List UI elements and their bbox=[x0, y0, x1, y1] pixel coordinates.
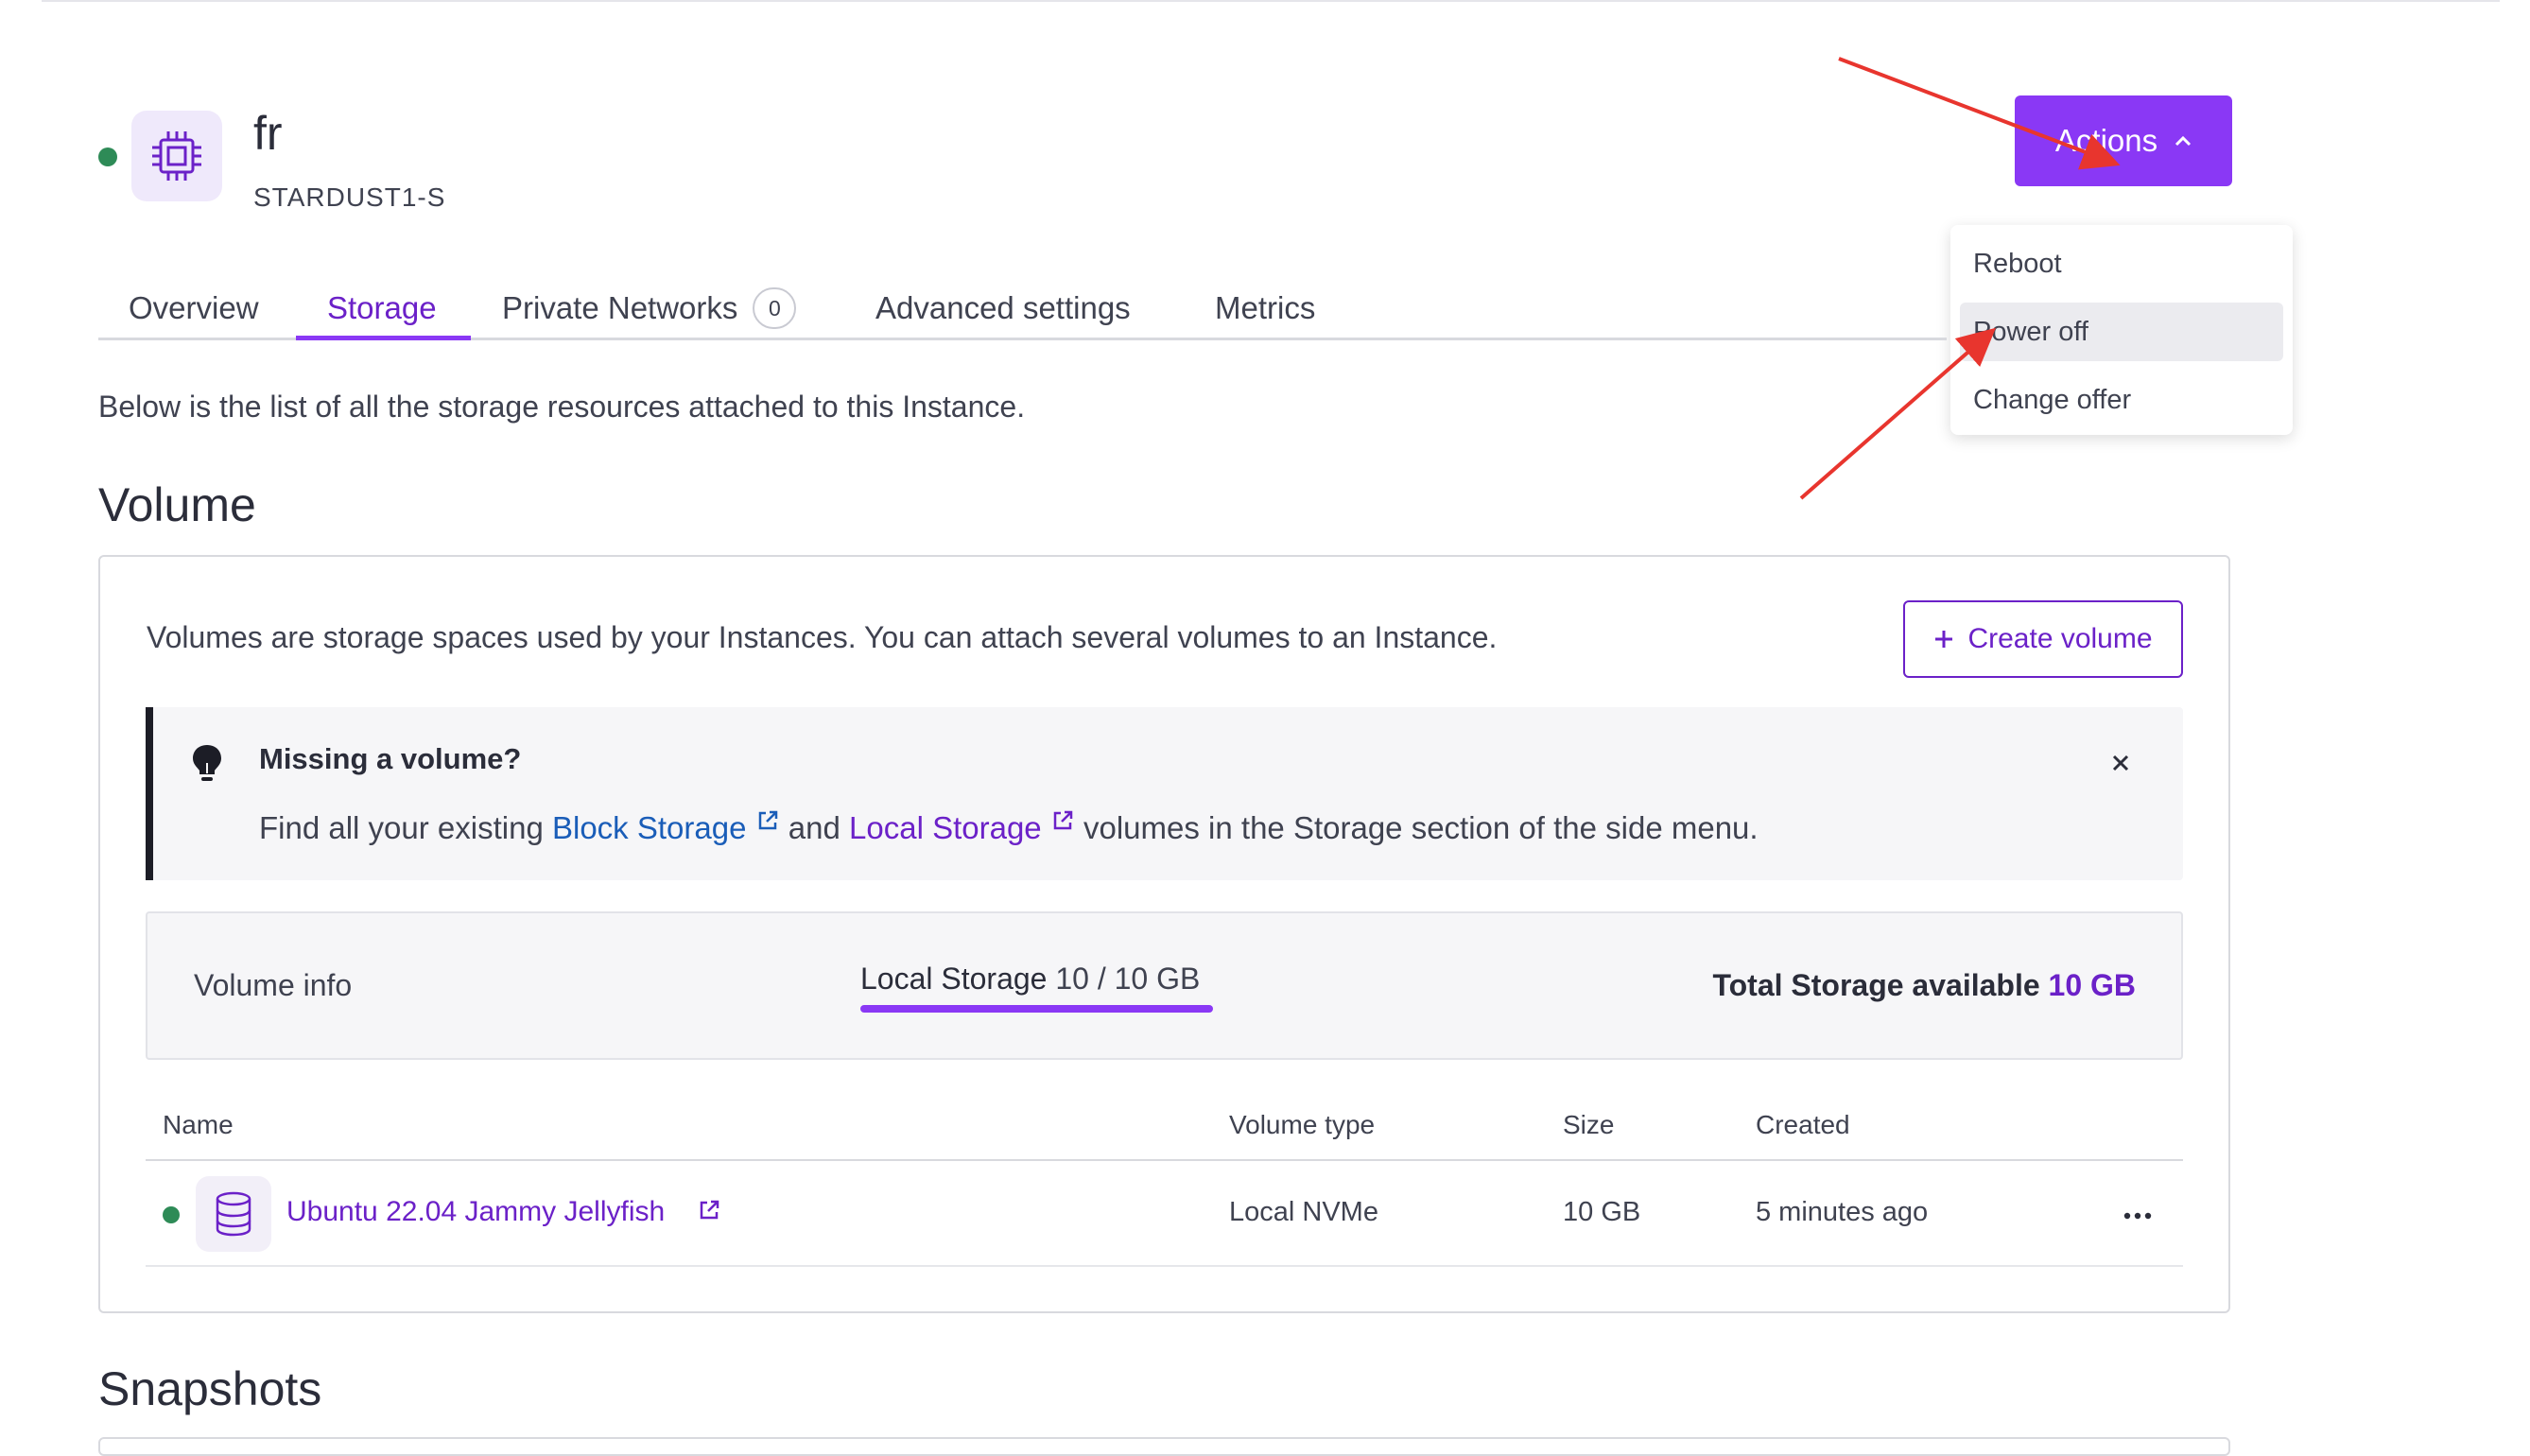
tab-private-networks-label: Private Networks bbox=[502, 290, 738, 325]
local-storage-value: 10 / 10 GB bbox=[1055, 962, 1201, 996]
tab-advanced-settings[interactable]: Advanced settings bbox=[875, 280, 1131, 337]
alert-text-part: and bbox=[779, 810, 850, 845]
table-header-divider bbox=[146, 1159, 2183, 1161]
volume-description: Volumes are storage spaces used by your … bbox=[147, 620, 1498, 654]
missing-volume-alert bbox=[146, 707, 2183, 880]
volume-size-cell: 10 GB bbox=[1563, 1197, 1641, 1227]
create-volume-button[interactable]: Create volume bbox=[1903, 600, 2183, 678]
create-volume-label: Create volume bbox=[1967, 623, 2153, 654]
alert-title: Missing a volume? bbox=[259, 742, 522, 775]
alert-accent-bar bbox=[146, 707, 153, 880]
local-storage-label: Local Storage bbox=[860, 962, 1048, 996]
total-storage-label: Total Storage available bbox=[1712, 968, 2040, 1002]
column-header-name: Name bbox=[163, 1110, 234, 1139]
local-storage-usage-bar bbox=[860, 1005, 1213, 1013]
column-header-volume-type: Volume type bbox=[1229, 1110, 1376, 1139]
snapshots-heading: Snapshots bbox=[98, 1362, 322, 1415]
total-storage-available: Total Storage available 10 GB bbox=[1712, 968, 2136, 1003]
local-storage-summary: Local Storage 10 / 10 GB bbox=[860, 962, 1200, 997]
alert-text: Find all your existing Block Storage and… bbox=[259, 808, 1759, 846]
volume-created-cell: 5 minutes ago bbox=[1756, 1197, 1929, 1227]
table-row-divider bbox=[146, 1265, 2183, 1267]
volume-name-link[interactable]: Ubuntu 22.04 Jammy Jellyfish bbox=[286, 1196, 665, 1228]
volume-heading: Volume bbox=[98, 478, 256, 531]
lightbulb-icon bbox=[193, 745, 221, 781]
external-link-icon[interactable] bbox=[1050, 808, 1075, 833]
local-storage-link[interactable]: Local Storage bbox=[849, 810, 1042, 845]
tab-storage[interactable]: Storage bbox=[327, 280, 437, 337]
volume-type-cell: Local NVMe bbox=[1229, 1197, 1378, 1227]
close-icon[interactable] bbox=[2106, 749, 2135, 777]
plus-icon bbox=[1935, 631, 1953, 648]
column-header-created: Created bbox=[1756, 1110, 1850, 1139]
volume-info-label: Volume info bbox=[194, 968, 353, 1002]
column-header-size: Size bbox=[1563, 1110, 1615, 1139]
more-options-icon[interactable] bbox=[2123, 1212, 2152, 1220]
tab-private-networks[interactable]: Private Networks 0 bbox=[502, 280, 797, 337]
alert-text-part: Find all your existing bbox=[259, 810, 552, 845]
total-storage-value: 10 GB bbox=[2048, 968, 2136, 1002]
block-storage-link[interactable]: Block Storage bbox=[552, 810, 746, 845]
private-networks-count-badge: 0 bbox=[753, 287, 797, 329]
tab-overview[interactable]: Overview bbox=[129, 280, 259, 337]
database-icon bbox=[196, 1176, 271, 1252]
external-link-icon[interactable] bbox=[755, 808, 780, 833]
alert-text-part: volumes in the Storage section of the si… bbox=[1074, 810, 1759, 845]
active-tab-indicator bbox=[296, 336, 471, 340]
snapshots-panel bbox=[98, 1437, 2230, 1456]
tab-metrics[interactable]: Metrics bbox=[1215, 280, 1315, 337]
volume-status-dot bbox=[163, 1206, 180, 1223]
storage-intro-text: Below is the list of all the storage res… bbox=[98, 390, 1026, 424]
external-link-icon[interactable] bbox=[697, 1198, 721, 1222]
